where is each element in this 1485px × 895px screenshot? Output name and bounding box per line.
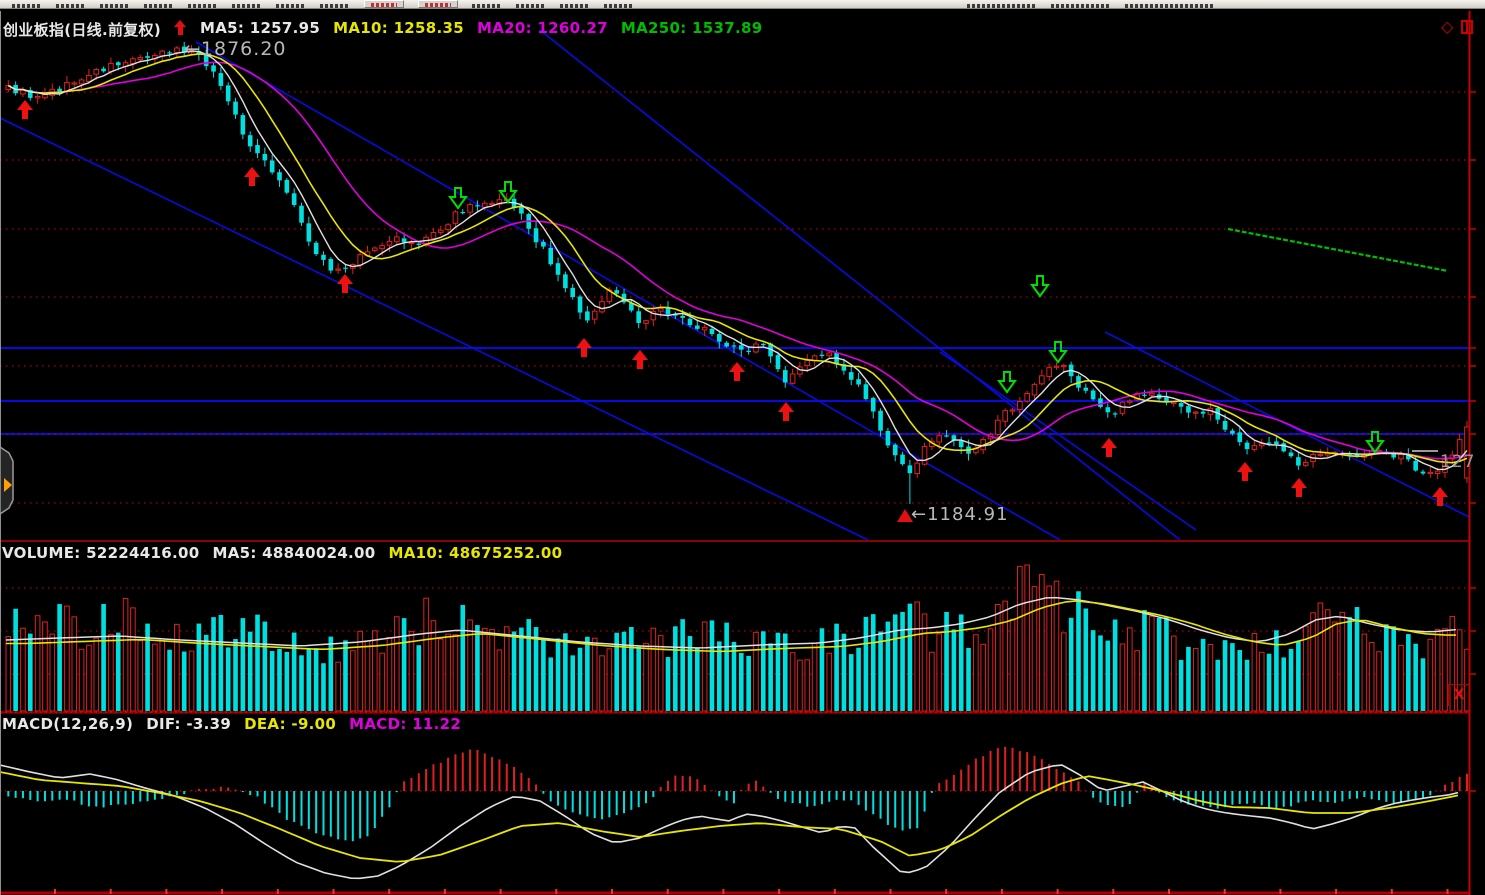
indicator-value: MA250: 1537.89 <box>621 19 763 40</box>
volume-header: VOLUME: 52224416.00 MA5: 48840024.00 MA10:… <box>2 544 562 562</box>
pane-borders <box>0 11 1469 895</box>
close-pane-button[interactable]: X <box>1448 684 1469 706</box>
trendlines[interactable] <box>0 30 1469 540</box>
indicator-value: MACD: 11.22 <box>349 715 461 733</box>
indicator-value: MA20: 1260.27 <box>477 19 608 40</box>
symbol-title: 创业板指(日线.前复权) <box>3 19 161 40</box>
ma-indicator-values: MA5: 1257.95 MA10: 1258.35 MA20: 1260.27 MA… <box>200 19 762 40</box>
indicator-value: MA10: 1258.35 <box>333 19 464 40</box>
current-price-label: 127 <box>1440 452 1475 472</box>
low-price-annotation: ←1184.91 <box>911 504 1009 525</box>
volume-indicator-values: VOLUME: 52224416.00 MA5: 48840024.00 MA10:… <box>2 544 562 562</box>
macd-params-label: MACD(12,26,9) <box>2 715 133 733</box>
ma-lines <box>8 51 1467 469</box>
indicator-value: DIF: -3.39 <box>146 715 231 733</box>
macd-dif-dea-lines <box>0 765 1458 878</box>
diamond-icon[interactable]: ◇ <box>1441 17 1453 36</box>
volume-ma-lines <box>6 598 1456 652</box>
volume-bars <box>6 565 1469 711</box>
main-gridlines <box>0 92 1469 503</box>
main-chart-header: 创业板指(日线.前复权) MA5: 1257.95MA10: 1258.35MA… <box>3 19 762 40</box>
indicator-value: MA5: 48840024.00 <box>212 544 375 562</box>
indicator-value: VOLUME: 52224416.00 <box>2 544 199 562</box>
indicator-value: DEA: -9.00 <box>244 715 336 733</box>
support-hlines[interactable] <box>0 348 1469 434</box>
trading-app-window: 创业板指(日线.前复权) MA5: 1257.95MA10: 1258.35MA… <box>0 0 1485 895</box>
ma250-line <box>1228 229 1448 271</box>
high-price-annotation: ←1876.20 <box>184 38 287 60</box>
indicator-value: MA10: 48675252.00 <box>389 544 563 562</box>
buy-signal-arrows <box>17 100 1448 506</box>
macd-indicator-values: DIF: -3.39 DEA: -9.00 MACD: 11.22 <box>146 715 461 733</box>
chart-canvas[interactable] <box>0 0 1485 895</box>
side-panel-toggle[interactable] <box>0 447 13 514</box>
up-arrow-icon <box>174 20 187 35</box>
indicator-value: MA5: 1257.95 <box>200 19 320 40</box>
macd-histogram <box>8 747 1467 841</box>
window-split-icon[interactable] <box>1461 20 1473 34</box>
macd-header: MACD(12,26,9) DIF: -3.39 DEA: -9.00 MACD: … <box>2 715 461 733</box>
